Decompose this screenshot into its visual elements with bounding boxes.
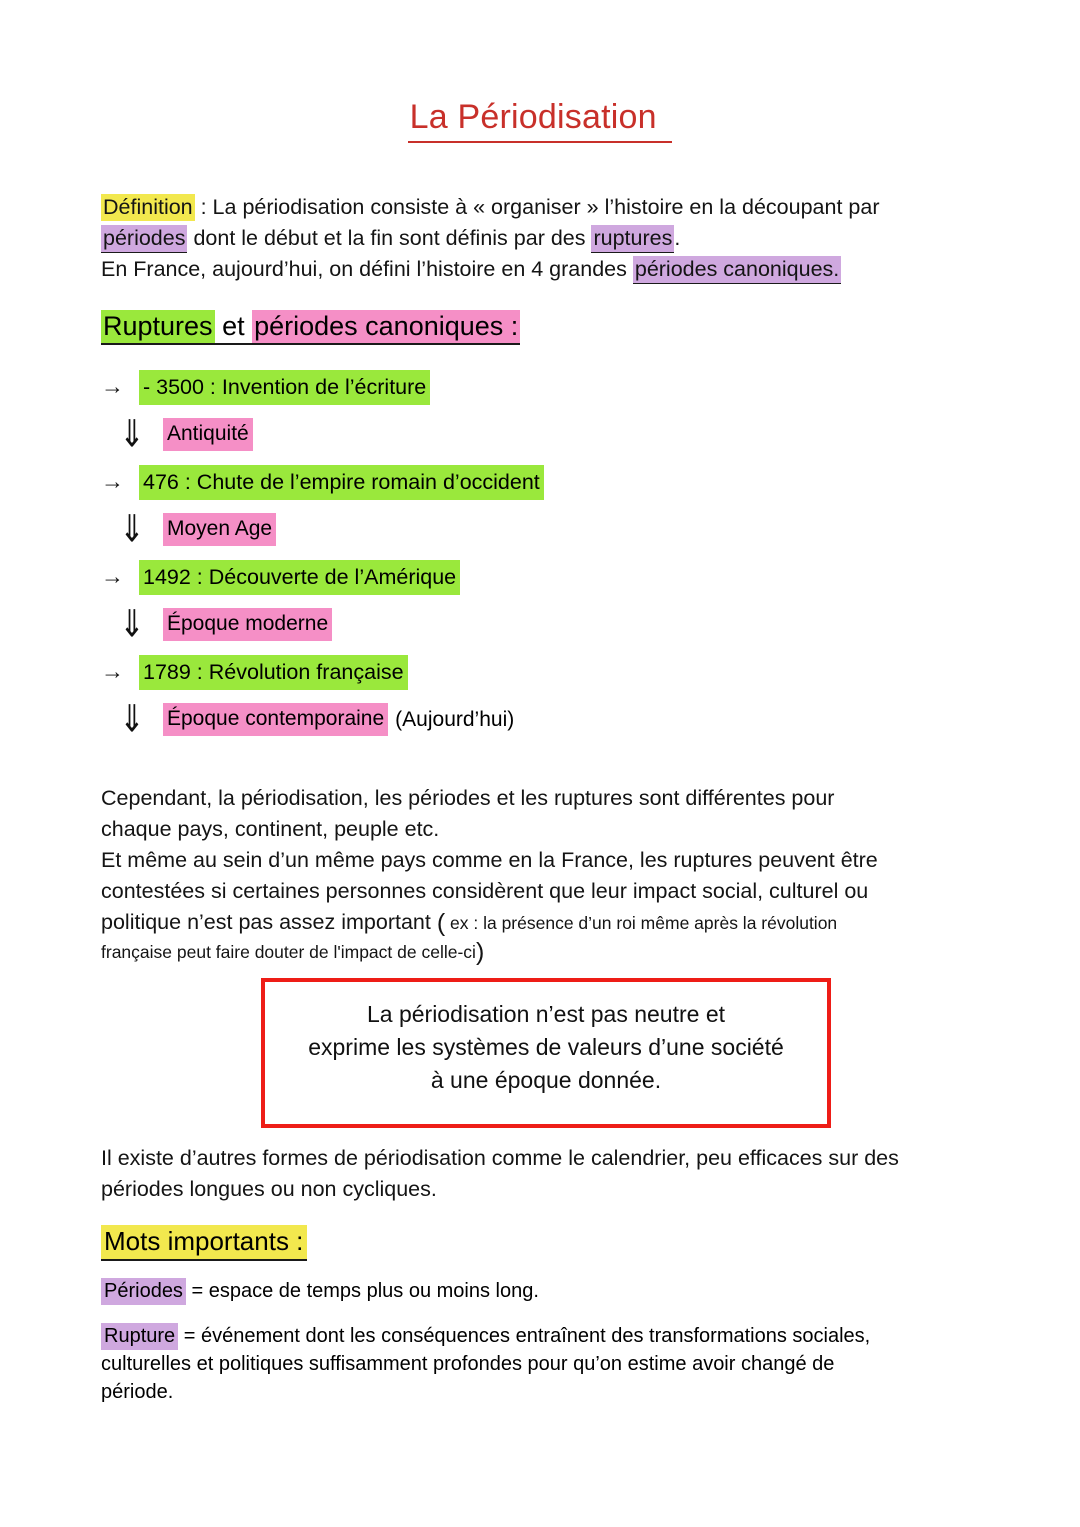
timeline-event-label: 476 : Chute de l’empire romain d’occiden… bbox=[139, 465, 544, 500]
glossary-definition-line: = événement dont les conséquences entraî… bbox=[178, 1325, 871, 1347]
timeline-period-label: Époque contemporaine bbox=[163, 703, 389, 736]
callout-line: exprime les systèmes de valeurs d’une so… bbox=[308, 1034, 784, 1060]
paragraph-line: chaque pays, continent, peuple etc. bbox=[101, 817, 440, 841]
timeline-period: ⇓ Époque moderne bbox=[101, 603, 981, 645]
heading-word-periodes-canoniques: périodes canoniques : bbox=[252, 310, 521, 345]
paragraph-line: contestées si certaines personnes consid… bbox=[101, 879, 869, 903]
timeline-event: → 1492 : Découverte de l’Amérique bbox=[101, 560, 981, 595]
page-title: La Périodisation bbox=[407, 96, 673, 143]
callout-line: La périodisation n’est pas neutre et bbox=[366, 1001, 726, 1027]
paren-open: ( bbox=[436, 909, 446, 937]
section-heading-mots-importants: Mots importants : bbox=[101, 1224, 308, 1261]
timeline-period-suffix: (Aujourd’hui) bbox=[395, 707, 515, 731]
timeline-event-label: - 3500 : Invention de l’écriture bbox=[139, 370, 431, 405]
definition-line-2: périodes dont le début et la fin sont dé… bbox=[101, 223, 1001, 254]
arrow-right-icon: → bbox=[101, 468, 124, 494]
timeline-period-label: Antiquité bbox=[163, 418, 253, 451]
paragraph-line: Il existe d’autres formes de périodisati… bbox=[101, 1146, 899, 1170]
timeline-event: → 476 : Chute de l’empire romain d’occid… bbox=[101, 465, 981, 500]
page-title-container: La Périodisation bbox=[0, 96, 1080, 143]
paragraph-line: périodes longues ou non cycliques. bbox=[101, 1177, 437, 1201]
arrow-down-icon: ⇓ bbox=[119, 413, 145, 455]
callout-box: La périodisation n’est pas neutre et exp… bbox=[261, 978, 831, 1128]
paren-close: ) bbox=[475, 938, 485, 966]
arrow-right-icon: → bbox=[101, 563, 124, 589]
inline-note-line-2: française peut faire douter de l'impact … bbox=[101, 942, 476, 962]
paragraph-differences: Cependant, la périodisation, les période… bbox=[101, 783, 946, 967]
callout-inner: La périodisation n’est pas neutre et exp… bbox=[265, 982, 827, 1097]
timeline-period: ⇓ Moyen Age bbox=[101, 508, 981, 550]
definition-block: Définition : La périodisation consiste à… bbox=[101, 192, 1001, 285]
heading-word-et: et bbox=[214, 311, 253, 345]
paragraph-calendrier: Il existe d’autres formes de périodisati… bbox=[101, 1143, 946, 1205]
inline-note-line-1: ex : la présence d’un roi même après la … bbox=[445, 913, 838, 933]
mots-importants-label: Mots importants : bbox=[101, 1225, 308, 1261]
timeline-event: → 1789 : Révolution française bbox=[101, 655, 981, 690]
arrow-down-icon: ⇓ bbox=[119, 698, 145, 740]
keyword-periodes-canoniques: périodes canoniques. bbox=[632, 256, 842, 284]
timeline-period-label: Époque moderne bbox=[163, 608, 333, 641]
glossary-definition-line: = espace de temps plus ou moins long. bbox=[185, 1280, 539, 1302]
glossary-definition-line: culturelles et politiques suffisamment p… bbox=[101, 1353, 835, 1375]
timeline: → - 3500 : Invention de l’écriture ⇓ Ant… bbox=[101, 370, 981, 740]
arrow-down-icon: ⇓ bbox=[119, 603, 145, 645]
glossary-definition-line: période. bbox=[101, 1381, 174, 1403]
timeline-event-label: 1789 : Révolution française bbox=[139, 655, 408, 690]
glossary-term: Périodes bbox=[101, 1278, 186, 1305]
document-page: La Périodisation Définition : La périodi… bbox=[0, 0, 1080, 1527]
definition-line-1: Définition : La périodisation consiste à… bbox=[101, 192, 1001, 223]
definition-line-3: En France, aujourd’hui, on défini l’hist… bbox=[101, 254, 1001, 285]
paragraph-line-text: politique n’est pas assez important bbox=[101, 910, 437, 934]
heading-word-ruptures: Ruptures bbox=[101, 310, 215, 345]
callout-line: à une époque donnée. bbox=[430, 1067, 662, 1093]
arrow-down-icon: ⇓ bbox=[119, 508, 145, 550]
timeline-period-label: Moyen Age bbox=[163, 513, 277, 546]
definition-line-2-end: . bbox=[674, 226, 681, 250]
section-heading-ruptures: Ruptures et périodes canoniques : bbox=[101, 308, 521, 345]
glossary-entry: Périodes = espace de temps plus ou moins… bbox=[101, 1277, 961, 1305]
keyword-periodes: périodes bbox=[101, 225, 188, 253]
timeline-event-label: 1492 : Découverte de l’Amérique bbox=[139, 560, 461, 595]
glossary-entry: Rupture = événement dont les conséquence… bbox=[101, 1322, 961, 1406]
definition-line-1-text: : La périodisation consiste à « organise… bbox=[194, 195, 880, 219]
paragraph-line-with-note: politique n’est pas assez important ( ex… bbox=[101, 907, 946, 938]
glossary-term: Rupture bbox=[101, 1323, 179, 1350]
glossary: Périodes = espace de temps plus ou moins… bbox=[101, 1277, 961, 1423]
paragraph-line: Cependant, la périodisation, les période… bbox=[101, 786, 835, 810]
definition-line-2-mid: dont le début et la fin sont définis par… bbox=[187, 226, 592, 250]
keyword-ruptures: ruptures bbox=[591, 225, 675, 253]
timeline-period: ⇓ Antiquité bbox=[101, 413, 981, 455]
timeline-event: → - 3500 : Invention de l’écriture bbox=[101, 370, 981, 405]
inline-note-line-2-wrap: française peut faire douter de l'impact … bbox=[101, 938, 946, 967]
definition-term-highlight: Définition bbox=[101, 194, 195, 221]
timeline-period: ⇓ Époque contemporaine (Aujourd’hui) bbox=[101, 698, 981, 740]
arrow-right-icon: → bbox=[101, 658, 124, 684]
definition-line-3-start: En France, aujourd’hui, on défini l’hist… bbox=[101, 257, 633, 281]
arrow-right-icon: → bbox=[101, 373, 124, 399]
paragraph-line: Et même au sein d’un même pays comme en … bbox=[101, 848, 878, 872]
